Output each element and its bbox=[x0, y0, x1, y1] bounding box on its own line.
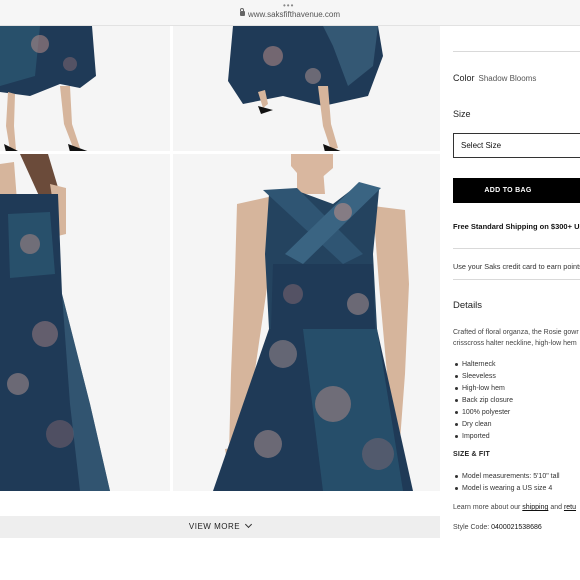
learn-more-prefix: Learn more about our bbox=[453, 504, 521, 511]
size-fit-item: Model measurements: 5'10" tall bbox=[453, 471, 560, 483]
add-to-bag-label: ADD TO BAG bbox=[484, 187, 532, 194]
product-image-1[interactable] bbox=[0, 26, 170, 151]
product-image-4[interactable] bbox=[173, 154, 440, 491]
product-description: Crafted of floral organza, the Rosie gow… bbox=[453, 327, 579, 349]
lock-icon bbox=[239, 8, 245, 16]
divider bbox=[453, 51, 580, 52]
size-fit-list: Model measurements: 5'10" tall Model is … bbox=[453, 471, 560, 495]
style-code-value: 0400021538686 bbox=[491, 524, 542, 531]
divider bbox=[453, 279, 580, 280]
gown-front-image bbox=[173, 154, 440, 491]
shipping-promo: Free Standard Shipping on $300+ Use C bbox=[453, 222, 580, 231]
gown-side-image bbox=[173, 26, 440, 151]
chevron-down-icon bbox=[245, 520, 253, 529]
feature-item: Back zip closure bbox=[453, 395, 513, 407]
learn-more-and: and bbox=[550, 504, 562, 511]
product-gallery: VIEW MORE bbox=[0, 26, 440, 538]
shipping-link[interactable]: shipping bbox=[522, 504, 548, 511]
add-to-bag-button[interactable]: ADD TO BAG bbox=[453, 178, 580, 203]
size-fit-heading: SIZE & FIT bbox=[453, 451, 490, 458]
credit-card-promo[interactable]: Use your Saks credit card to earn points bbox=[453, 262, 580, 271]
product-image-2[interactable] bbox=[173, 26, 440, 151]
style-code: Style Code: 0400021538686 bbox=[453, 524, 542, 531]
returns-link[interactable]: retu bbox=[564, 504, 576, 511]
address-bar[interactable]: www.saksfifthavenue.com bbox=[0, 8, 580, 20]
style-code-label: Style Code: bbox=[453, 524, 490, 531]
feature-item: Imported bbox=[453, 431, 513, 443]
size-fit-item: Model is wearing a US size 4 bbox=[453, 483, 560, 495]
size-label: Size bbox=[453, 109, 471, 119]
divider bbox=[453, 248, 580, 249]
description-line: crisscross halter neckline, high-low hem bbox=[453, 340, 577, 347]
url-text: www.saksfifthavenue.com bbox=[247, 10, 341, 19]
size-select[interactable]: Select Size bbox=[453, 133, 580, 158]
feature-item: Halterneck bbox=[453, 359, 513, 371]
size-select-value: Select Size bbox=[461, 141, 502, 150]
feature-item: Dry clean bbox=[453, 419, 513, 431]
gown-hem-image bbox=[0, 26, 170, 151]
details-heading: Details bbox=[453, 300, 483, 311]
color-label: Color bbox=[453, 73, 475, 83]
product-detail-panel: Color Shadow Blooms Size Select Size ADD … bbox=[453, 26, 580, 580]
browser-toolbar: ••• www.saksfifthavenue.com bbox=[0, 0, 580, 26]
feature-list: Halterneck Sleeveless High-low hem Back … bbox=[453, 359, 513, 443]
view-more-label: VIEW MORE bbox=[188, 522, 241, 531]
view-more-button[interactable]: VIEW MORE bbox=[0, 516, 440, 538]
feature-item: 100% polyester bbox=[453, 407, 513, 419]
color-row: Color Shadow Blooms bbox=[453, 73, 536, 83]
feature-item: Sleeveless bbox=[453, 371, 513, 383]
description-line: Crafted of floral organza, the Rosie gow… bbox=[453, 329, 579, 336]
product-image-3[interactable] bbox=[0, 154, 170, 491]
color-value: Shadow Blooms bbox=[478, 74, 537, 83]
feature-item: High-low hem bbox=[453, 383, 513, 395]
tab-dots-icon[interactable]: ••• bbox=[283, 2, 294, 10]
gown-back-image bbox=[0, 154, 170, 491]
learn-more-text: Learn more about our shipping and retu bbox=[453, 504, 576, 511]
